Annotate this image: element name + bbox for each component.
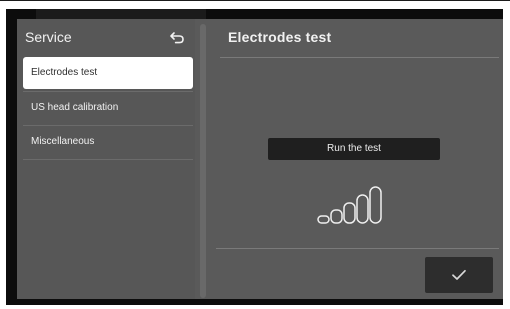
- footer-divider: [216, 248, 499, 249]
- menu-divider: [23, 159, 193, 160]
- sidebar-header: Service: [17, 19, 195, 56]
- confirm-button[interactable]: [425, 257, 493, 293]
- sidebar-item-miscellaneous[interactable]: Miscellaneous: [23, 126, 193, 158]
- check-icon: [452, 269, 466, 280]
- sidebar: Service Electrodes test US head calibrat…: [17, 19, 195, 299]
- sidebar-item-label: Electrodes test: [31, 67, 98, 78]
- signal-bars-icon: [317, 186, 382, 224]
- page-title: Electrodes test: [228, 29, 332, 45]
- sidebar-item-electrodes-test[interactable]: Electrodes test: [23, 57, 193, 89]
- top-border: [0, 0, 510, 1]
- sidebar-scrollbar[interactable]: [200, 24, 206, 298]
- content-area: Electrodes test Run the test: [211, 19, 503, 299]
- sidebar-title: Service: [25, 29, 72, 45]
- sidebar-item-label: US head calibration: [31, 102, 119, 113]
- run-test-button[interactable]: Run the test: [268, 138, 440, 160]
- sidebar-item-label: Miscellaneous: [31, 136, 95, 147]
- sidebar-item-us-head-calibration[interactable]: US head calibration: [23, 92, 193, 124]
- service-panel: Service Electrodes test US head calibrat…: [17, 19, 503, 299]
- back-arrow-icon[interactable]: [169, 30, 185, 46]
- title-divider: [220, 57, 499, 58]
